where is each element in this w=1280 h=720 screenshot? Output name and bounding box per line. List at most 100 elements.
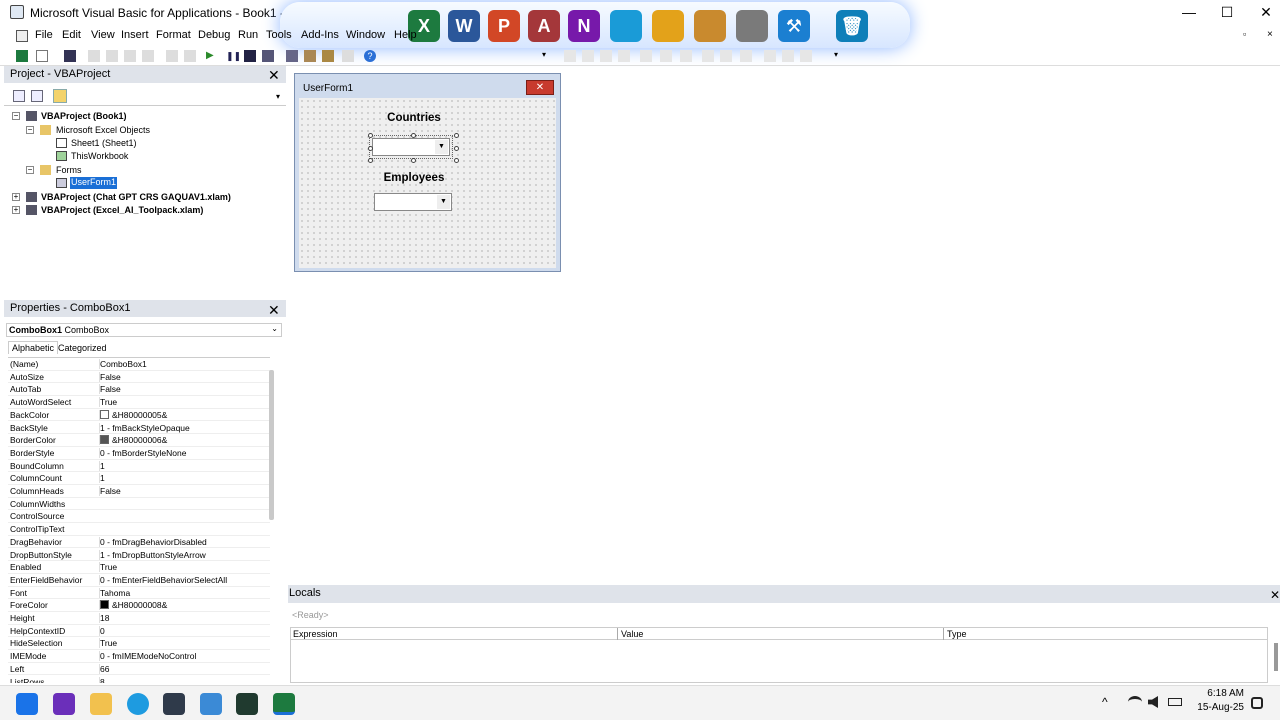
property-value[interactable]: 0 — [99, 625, 269, 636]
property-value[interactable]: False — [99, 486, 269, 496]
maximize-button[interactable]: ☐ — [1212, 4, 1242, 21]
menu-help[interactable]: Help — [394, 29, 417, 41]
property-row[interactable]: BorderColor &H80000006& — [8, 434, 270, 447]
resize-handle[interactable] — [368, 133, 373, 138]
combobox-countries[interactable]: ▼ — [369, 135, 453, 159]
collapse-icon[interactable]: − — [26, 126, 34, 134]
column-type[interactable]: Type — [947, 629, 967, 639]
label-countries[interactable]: Countries — [299, 112, 529, 124]
property-row[interactable]: BoundColumn 1 — [8, 460, 270, 473]
menu-run[interactable]: Run — [238, 29, 258, 41]
property-value[interactable]: 8 — [99, 676, 269, 683]
property-value[interactable]: 66 — [99, 663, 269, 674]
close-button[interactable]: ✕ — [1251, 4, 1280, 21]
copy-icon[interactable] — [106, 50, 118, 62]
volume-icon[interactable] — [1148, 696, 1158, 708]
view-code-icon[interactable] — [13, 90, 25, 102]
property-row[interactable]: IMEMode 0 - fmIMEModeNoControl — [8, 650, 270, 663]
chevron-down-icon[interactable]: ▼ — [435, 140, 448, 154]
clock-time[interactable]: 6:18 AM — [1202, 688, 1244, 699]
resize-handle[interactable] — [454, 158, 459, 163]
find-icon[interactable] — [142, 50, 154, 62]
object-browser-icon[interactable] — [322, 50, 334, 62]
userform-close-button[interactable]: ✕ — [526, 80, 554, 95]
run-icon[interactable]: ▶ — [206, 50, 218, 62]
property-value[interactable]: 1 - fmBackStyleOpaque — [99, 422, 269, 433]
collapse-icon[interactable]: − — [12, 112, 20, 120]
property-value[interactable]: 0 - fmBorderStyleNone — [99, 447, 269, 458]
property-value[interactable]: &H80000006& — [99, 435, 269, 446]
clock-date[interactable]: 15-Aug-25 — [1196, 702, 1244, 713]
menu-tools[interactable]: Tools — [266, 29, 292, 41]
windows-start-icon[interactable] — [16, 693, 38, 715]
toggle-folders-icon[interactable] — [53, 89, 67, 103]
property-value[interactable]: 1 - fmDropButtonStyleArrow — [99, 549, 269, 560]
toggle-bookmark-icon[interactable] — [740, 50, 752, 62]
uncomment-block-icon[interactable] — [720, 50, 732, 62]
property-value[interactable]: 0 - fmIMEModeNoControl — [99, 651, 269, 662]
userform-canvas[interactable]: Countries ▼ Employees ▼ — [299, 98, 556, 268]
column-expression[interactable]: Expression — [293, 629, 338, 639]
property-row[interactable]: ColumnCount 1 — [8, 472, 270, 485]
indent-icon[interactable] — [660, 50, 672, 62]
tree-item-forms[interactable]: Forms — [56, 165, 82, 177]
paste-icon[interactable] — [124, 50, 136, 62]
combobox-employees[interactable]: ▼ — [374, 193, 452, 211]
property-value[interactable]: 1 — [99, 460, 269, 471]
outdent-icon[interactable] — [680, 50, 692, 62]
property-row[interactable]: BorderStyle 0 - fmBorderStyleNone — [8, 447, 270, 460]
menu-debug[interactable]: Debug — [198, 29, 230, 41]
chevron-down-icon[interactable]: ▼ — [437, 195, 450, 209]
properties-window-icon[interactable] — [304, 50, 316, 62]
tree-item-thisworkbook[interactable]: ThisWorkbook — [71, 151, 128, 163]
resize-handle[interactable] — [454, 146, 459, 151]
project-scroll-icon[interactable]: ▾ — [276, 92, 280, 101]
redo-icon[interactable] — [184, 50, 196, 62]
tree-item-excel-objects[interactable]: Microsoft Excel Objects — [56, 125, 150, 137]
chevron-up-icon[interactable]: ^ — [1102, 695, 1108, 709]
menu-add-ins[interactable]: Add-Ins — [301, 29, 339, 41]
property-row[interactable]: Left 66 — [8, 663, 270, 676]
label-employees[interactable]: Employees — [299, 172, 529, 184]
resize-handle[interactable] — [454, 133, 459, 138]
next-bookmark-icon[interactable] — [764, 50, 776, 62]
locals-scrollbar[interactable] — [1274, 643, 1278, 671]
tree-item-sheet1[interactable]: Sheet1 (Sheet1) — [71, 138, 137, 150]
property-row[interactable]: AutoTab False — [8, 383, 270, 397]
design-mode-icon[interactable] — [262, 50, 274, 62]
notepad-icon[interactable] — [200, 693, 222, 715]
property-row[interactable]: HideSelection True — [8, 637, 270, 651]
undo-icon[interactable] — [166, 50, 178, 62]
edge-icon[interactable] — [127, 693, 149, 715]
make-same-size-icon[interactable] — [600, 50, 612, 62]
save-icon[interactable] — [64, 50, 76, 62]
project-close-icon[interactable]: ✕ — [268, 68, 280, 82]
help-icon[interactable]: ? — [364, 50, 376, 62]
property-row[interactable]: BackStyle 1 - fmBackStyleOpaque — [8, 422, 270, 435]
toolbar-overflow-icon-2[interactable]: ▾ — [834, 50, 846, 62]
toolbox-icon[interactable] — [342, 50, 354, 62]
project-explorer-icon[interactable] — [286, 50, 298, 62]
property-row[interactable]: Height 18 — [8, 612, 270, 625]
property-value[interactable]: Tahoma — [99, 587, 269, 598]
property-value[interactable]: False — [99, 371, 269, 382]
menu-insert[interactable]: Insert — [121, 29, 149, 41]
property-row[interactable]: ControlSource — [8, 510, 270, 524]
property-row[interactable]: DropButtonStyle 1 - fmDropButtonStyleArro… — [8, 549, 270, 562]
notification-icon[interactable] — [1251, 697, 1263, 709]
property-value[interactable]: &H80000008& — [99, 600, 269, 611]
expand-icon[interactable]: + — [12, 206, 20, 214]
properties-scrollbar[interactable] — [269, 370, 274, 520]
minimize-button[interactable]: — — [1174, 4, 1204, 20]
menu-file[interactable]: File — [35, 29, 53, 41]
tree-item-userform1[interactable]: UserForm1 — [70, 177, 118, 189]
comment-block-icon[interactable] — [702, 50, 714, 62]
wifi-icon[interactable] — [1128, 696, 1142, 708]
property-row[interactable]: ForeColor &H80000008& — [8, 599, 270, 612]
clear-bookmarks-icon[interactable] — [800, 50, 812, 62]
property-row[interactable]: AutoSize False — [8, 371, 270, 384]
property-value[interactable]: 1 — [99, 473, 269, 484]
resize-handle[interactable] — [368, 146, 373, 151]
property-value[interactable]: ComboBox1 — [99, 359, 269, 369]
property-value[interactable]: 18 — [99, 613, 269, 623]
